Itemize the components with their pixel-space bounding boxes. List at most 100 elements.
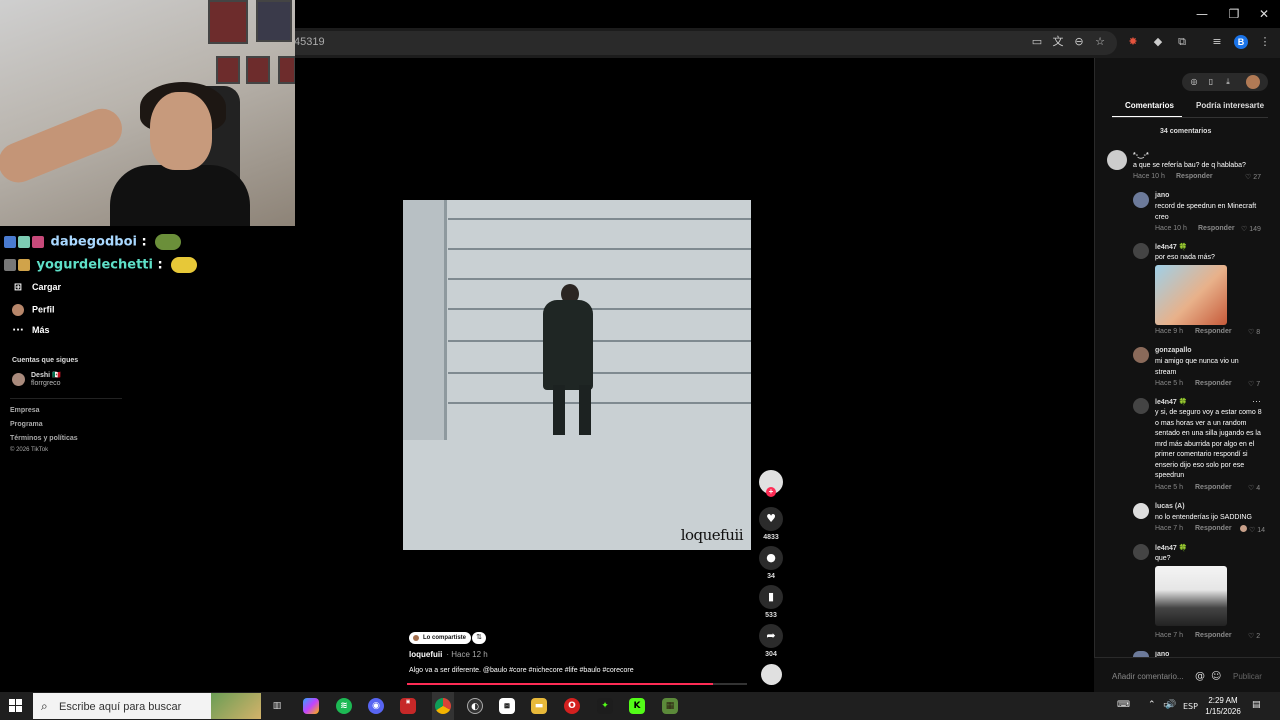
reply-button[interactable]: Responder [1195, 525, 1232, 532]
nav-upload[interactable]: ⊞ Cargar [12, 282, 61, 298]
avatar[interactable] [1133, 192, 1149, 208]
tray-chevron-icon[interactable]: ⌃ [1148, 700, 1156, 710]
chat-badge-icon [4, 259, 16, 271]
zoom-icon[interactable]: ⊖ [1072, 35, 1086, 49]
mention-icon[interactable]: @ [1195, 671, 1205, 682]
comment-like[interactable]: ♡ 8 [1248, 328, 1260, 336]
follow-plus-icon[interactable]: + [766, 487, 776, 497]
bookmark-star-icon[interactable]: ☆ [1093, 35, 1107, 49]
windows-start-icon[interactable] [9, 699, 23, 713]
author-name: loquefuii [409, 650, 443, 659]
nav-profile[interactable]: Perfil [12, 304, 55, 320]
cast-icon[interactable]: ▭ [1030, 35, 1044, 49]
comment-author[interactable]: le4n47 🍀 [1155, 398, 1187, 406]
kick-icon[interactable]: K [629, 698, 645, 714]
comment-bubble-icon[interactable]: ● [759, 546, 783, 570]
extension-shield-icon[interactable]: ◆ [1151, 35, 1165, 49]
compass-icon[interactable]: ◎ [1188, 76, 1200, 88]
footer-link-program[interactable]: Programa [10, 421, 43, 428]
comment-time: Hace 10 h [1133, 173, 1165, 180]
footer-link-terms[interactable]: Términos y políticas [10, 435, 78, 442]
comment-like[interactable]: ♡ 14 [1240, 525, 1265, 534]
translate-icon[interactable]: 文 [1051, 35, 1065, 49]
taskbar-search[interactable]: ⌕ Escribe aquí para buscar [33, 693, 261, 719]
extension-icon[interactable]: ✸ [1126, 35, 1140, 49]
comment-author[interactable]: le4n47 🍀 [1155, 243, 1187, 251]
reply-button[interactable]: Responder [1195, 484, 1232, 491]
menu-kebab-icon[interactable]: ⋮ [1258, 35, 1272, 49]
obs-studio-icon[interactable]: ◐ [467, 698, 483, 714]
like-heart-icon[interactable]: ♥ [759, 507, 783, 531]
avatar[interactable] [1133, 503, 1149, 519]
minecraft-icon[interactable]: ▦ [662, 698, 678, 714]
avatar[interactable] [1133, 544, 1149, 560]
system-clock[interactable]: 2:29 AM 1/15/2026 [1200, 695, 1246, 717]
comment-like[interactable]: ♡ 4 [1248, 484, 1260, 492]
opera-icon[interactable]: O [564, 698, 580, 714]
nav-more[interactable]: ··· Más [12, 325, 49, 341]
shared-label: Lo compartiste [423, 635, 467, 641]
comment-author[interactable]: *-‿-* [1133, 151, 1149, 159]
comment-like[interactable]: ♡ 7 [1248, 380, 1260, 388]
restore-icon[interactable]: ❐ [1226, 6, 1242, 22]
share-arrow-icon[interactable]: ➦ [759, 624, 783, 648]
volume-icon[interactable]: 🔊 [1165, 700, 1176, 710]
discord-icon[interactable]: ◉ [368, 698, 384, 714]
video-author[interactable]: loquefuii · Hace 12 h [409, 650, 488, 659]
file-explorer-icon[interactable]: ▬ [531, 698, 547, 714]
reply-button[interactable]: Responder [1198, 225, 1235, 232]
reply-button[interactable]: Responder [1195, 380, 1232, 387]
avatar[interactable] [1246, 75, 1260, 89]
comment-like[interactable]: ♡ 27 [1245, 173, 1261, 181]
video-player[interactable]: loquefuii [403, 200, 751, 550]
video-progress[interactable] [407, 683, 747, 685]
avatar[interactable] [1133, 347, 1149, 363]
chrome-icon[interactable] [435, 698, 451, 714]
task-view-icon[interactable]: ▥ [269, 698, 285, 714]
keyboard-icon[interactable]: ⌨ [1117, 700, 1130, 710]
shared-badge[interactable]: Lo compartiste [409, 632, 472, 644]
spotify-icon[interactable]: ≋ [336, 698, 352, 714]
like-count: 4833 [763, 534, 779, 541]
language-indicator[interactable]: ESP [1183, 702, 1198, 711]
comment-like[interactable]: ♡ 2 [1248, 632, 1260, 640]
comment-author[interactable]: lucas (A) [1155, 503, 1185, 510]
minimize-icon[interactable]: — [1194, 6, 1210, 22]
avatar[interactable] [1133, 398, 1149, 414]
comment-author[interactable]: gonzapallo [1155, 347, 1192, 354]
obs-app-icon[interactable]: ▣ [400, 698, 416, 714]
extensions-puzzle-icon[interactable]: ⧉ [1175, 35, 1189, 49]
reply-button[interactable]: Responder [1176, 173, 1213, 180]
screen: — ❐ ✕ 45319 ▭ 文 ⊖ ☆ ✸ ◆ ⧉ ≡ B ⋮ dabegodb… [0, 0, 1280, 720]
comment-author[interactable]: jano [1155, 192, 1169, 199]
reply-button[interactable]: Responder [1195, 328, 1232, 335]
phone-icon[interactable]: ▯ [1205, 76, 1217, 88]
repost-icon[interactable]: ⇅ [472, 632, 486, 644]
avatar[interactable] [1107, 150, 1127, 170]
sound-disc-icon[interactable] [761, 664, 782, 685]
footer-link-company[interactable]: Empresa [10, 407, 40, 414]
download-icon[interactable]: ⤓ [1222, 76, 1234, 88]
profile-avatar-icon[interactable]: B [1234, 35, 1248, 49]
publish-button[interactable]: Publicar [1233, 672, 1262, 681]
comment-image[interactable] [1155, 265, 1227, 325]
kick-tray-icon[interactable]: ✦ [597, 698, 613, 714]
address-bar[interactable]: 45319 [282, 31, 1117, 55]
tab-suggested[interactable]: Podría interesarte [1196, 101, 1264, 110]
comment-input[interactable]: Añadir comentario... [1112, 672, 1184, 681]
chat-message: yogurdelechetti : [4, 257, 198, 277]
tab-comments[interactable]: Comentarios [1125, 101, 1174, 110]
comment-author[interactable]: le4n47 🍀 [1155, 544, 1187, 552]
close-icon[interactable]: ✕ [1256, 6, 1272, 22]
more-options-icon[interactable]: ··· [1252, 396, 1261, 406]
avatar[interactable] [1133, 243, 1149, 259]
comment-image[interactable] [1155, 566, 1227, 626]
reply-button[interactable]: Responder [1195, 632, 1232, 639]
comment-like[interactable]: ♡ 149 [1241, 225, 1261, 233]
capcut-icon[interactable]: ⧈ [499, 698, 515, 714]
copilot-icon[interactable] [303, 698, 319, 714]
bookmark-icon[interactable]: ▮ [759, 585, 783, 609]
emoji-icon[interactable]: ☺ [1211, 671, 1221, 682]
media-controls-icon[interactable]: ≡ [1210, 35, 1224, 49]
notifications-icon[interactable]: ▤ [1252, 700, 1261, 710]
